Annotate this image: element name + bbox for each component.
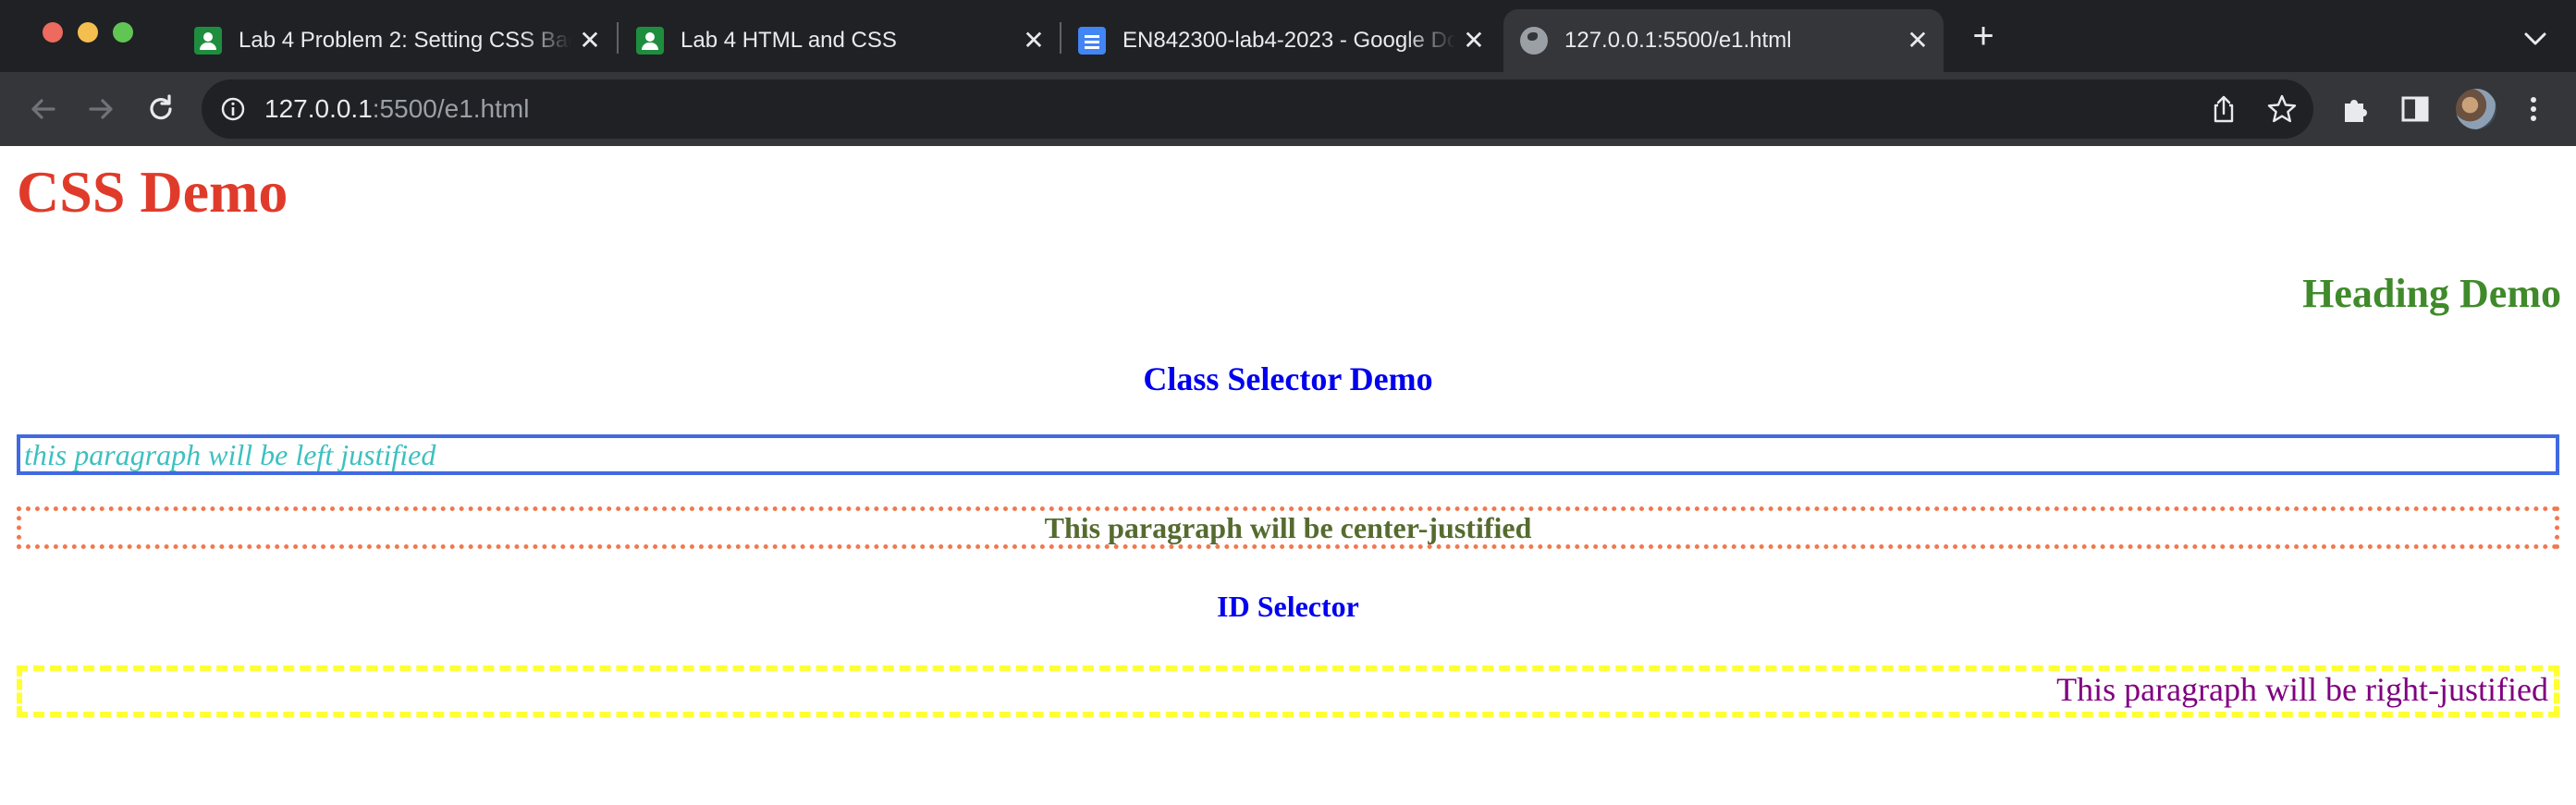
classroom-icon [194,27,222,55]
reload-icon [150,94,172,120]
close-tab-icon[interactable]: ✕ [1455,28,1492,54]
back-arrow-icon [31,99,55,119]
id-selector-heading: ID Selector [1217,590,1359,623]
close-tab-icon[interactable]: ✕ [1015,28,1052,54]
side-panel-icon[interactable] [2397,91,2434,128]
right-justified-paragraph: This paragraph will be right-justified [17,665,2559,717]
zoom-window-button[interactable] [113,22,133,43]
back-button[interactable] [22,89,63,129]
close-tab-icon[interactable]: ✕ [571,28,608,54]
address-bar[interactable]: 127.0.0.1:5500/e1.html [202,79,2313,139]
center-justified-paragraph: This paragraph will be center-justified [17,506,2559,549]
tab-google-docs[interactable]: EN842300-lab4-2023 - Google Docs ✕ [1061,9,1500,72]
tab-search-chevron-icon[interactable] [2517,20,2554,57]
url-path: :5500/e1.html [372,94,530,123]
left-justified-paragraph: this paragraph will be left justified [17,434,2559,475]
bookmark-star-icon[interactable] [2265,92,2299,126]
tab-separator [617,22,619,54]
forward-button[interactable] [81,89,122,129]
classroom-icon [636,27,664,55]
url-text: 127.0.0.1:5500/e1.html [264,79,529,139]
forward-arrow-icon [89,99,113,119]
tab-title: Lab 4 Problem 2: Setting CSS Background [239,28,571,53]
tab-lab4-problem2[interactable]: Lab 4 Problem 2: Setting CSS Background … [178,9,616,72]
tab-strip: Lab 4 Problem 2: Setting CSS Background … [0,0,2576,72]
tab-title: EN842300-lab4-2023 - Google Docs [1122,28,1455,53]
tab-title: 127.0.0.1:5500/e1.html [1564,28,1792,53]
browser-toolbar: 127.0.0.1:5500/e1.html [0,72,2576,146]
page-viewport: CSS Demo Heading Demo Class Selector Dem… [0,146,2576,805]
tab-lab4-html-css[interactable]: Lab 4 HTML and CSS ✕ [619,9,1060,72]
new-tab-button[interactable]: + [1964,17,2003,55]
tab-title: Lab 4 HTML and CSS [681,28,897,53]
more-menu-icon[interactable] [2515,91,2552,128]
close-tab-icon[interactable]: ✕ [1899,28,1936,54]
globe-icon [1520,27,1548,55]
reload-button[interactable] [141,89,181,129]
close-window-button[interactable] [43,22,63,43]
url-host: 127.0.0.1 [264,94,373,123]
minimize-window-button[interactable] [78,22,98,43]
heading-demo: Heading Demo [2302,271,2561,316]
profile-avatar[interactable] [2456,89,2496,129]
share-icon[interactable] [2208,93,2239,125]
extensions-puzzle-icon[interactable] [2337,91,2374,128]
class-selector-heading: Class Selector Demo [1143,360,1433,397]
site-info-icon[interactable] [220,96,246,122]
docs-icon [1078,27,1106,55]
page-title: CSS Demo [17,159,288,225]
tab-e1-html[interactable]: 127.0.0.1:5500/e1.html ✕ [1503,9,1944,72]
